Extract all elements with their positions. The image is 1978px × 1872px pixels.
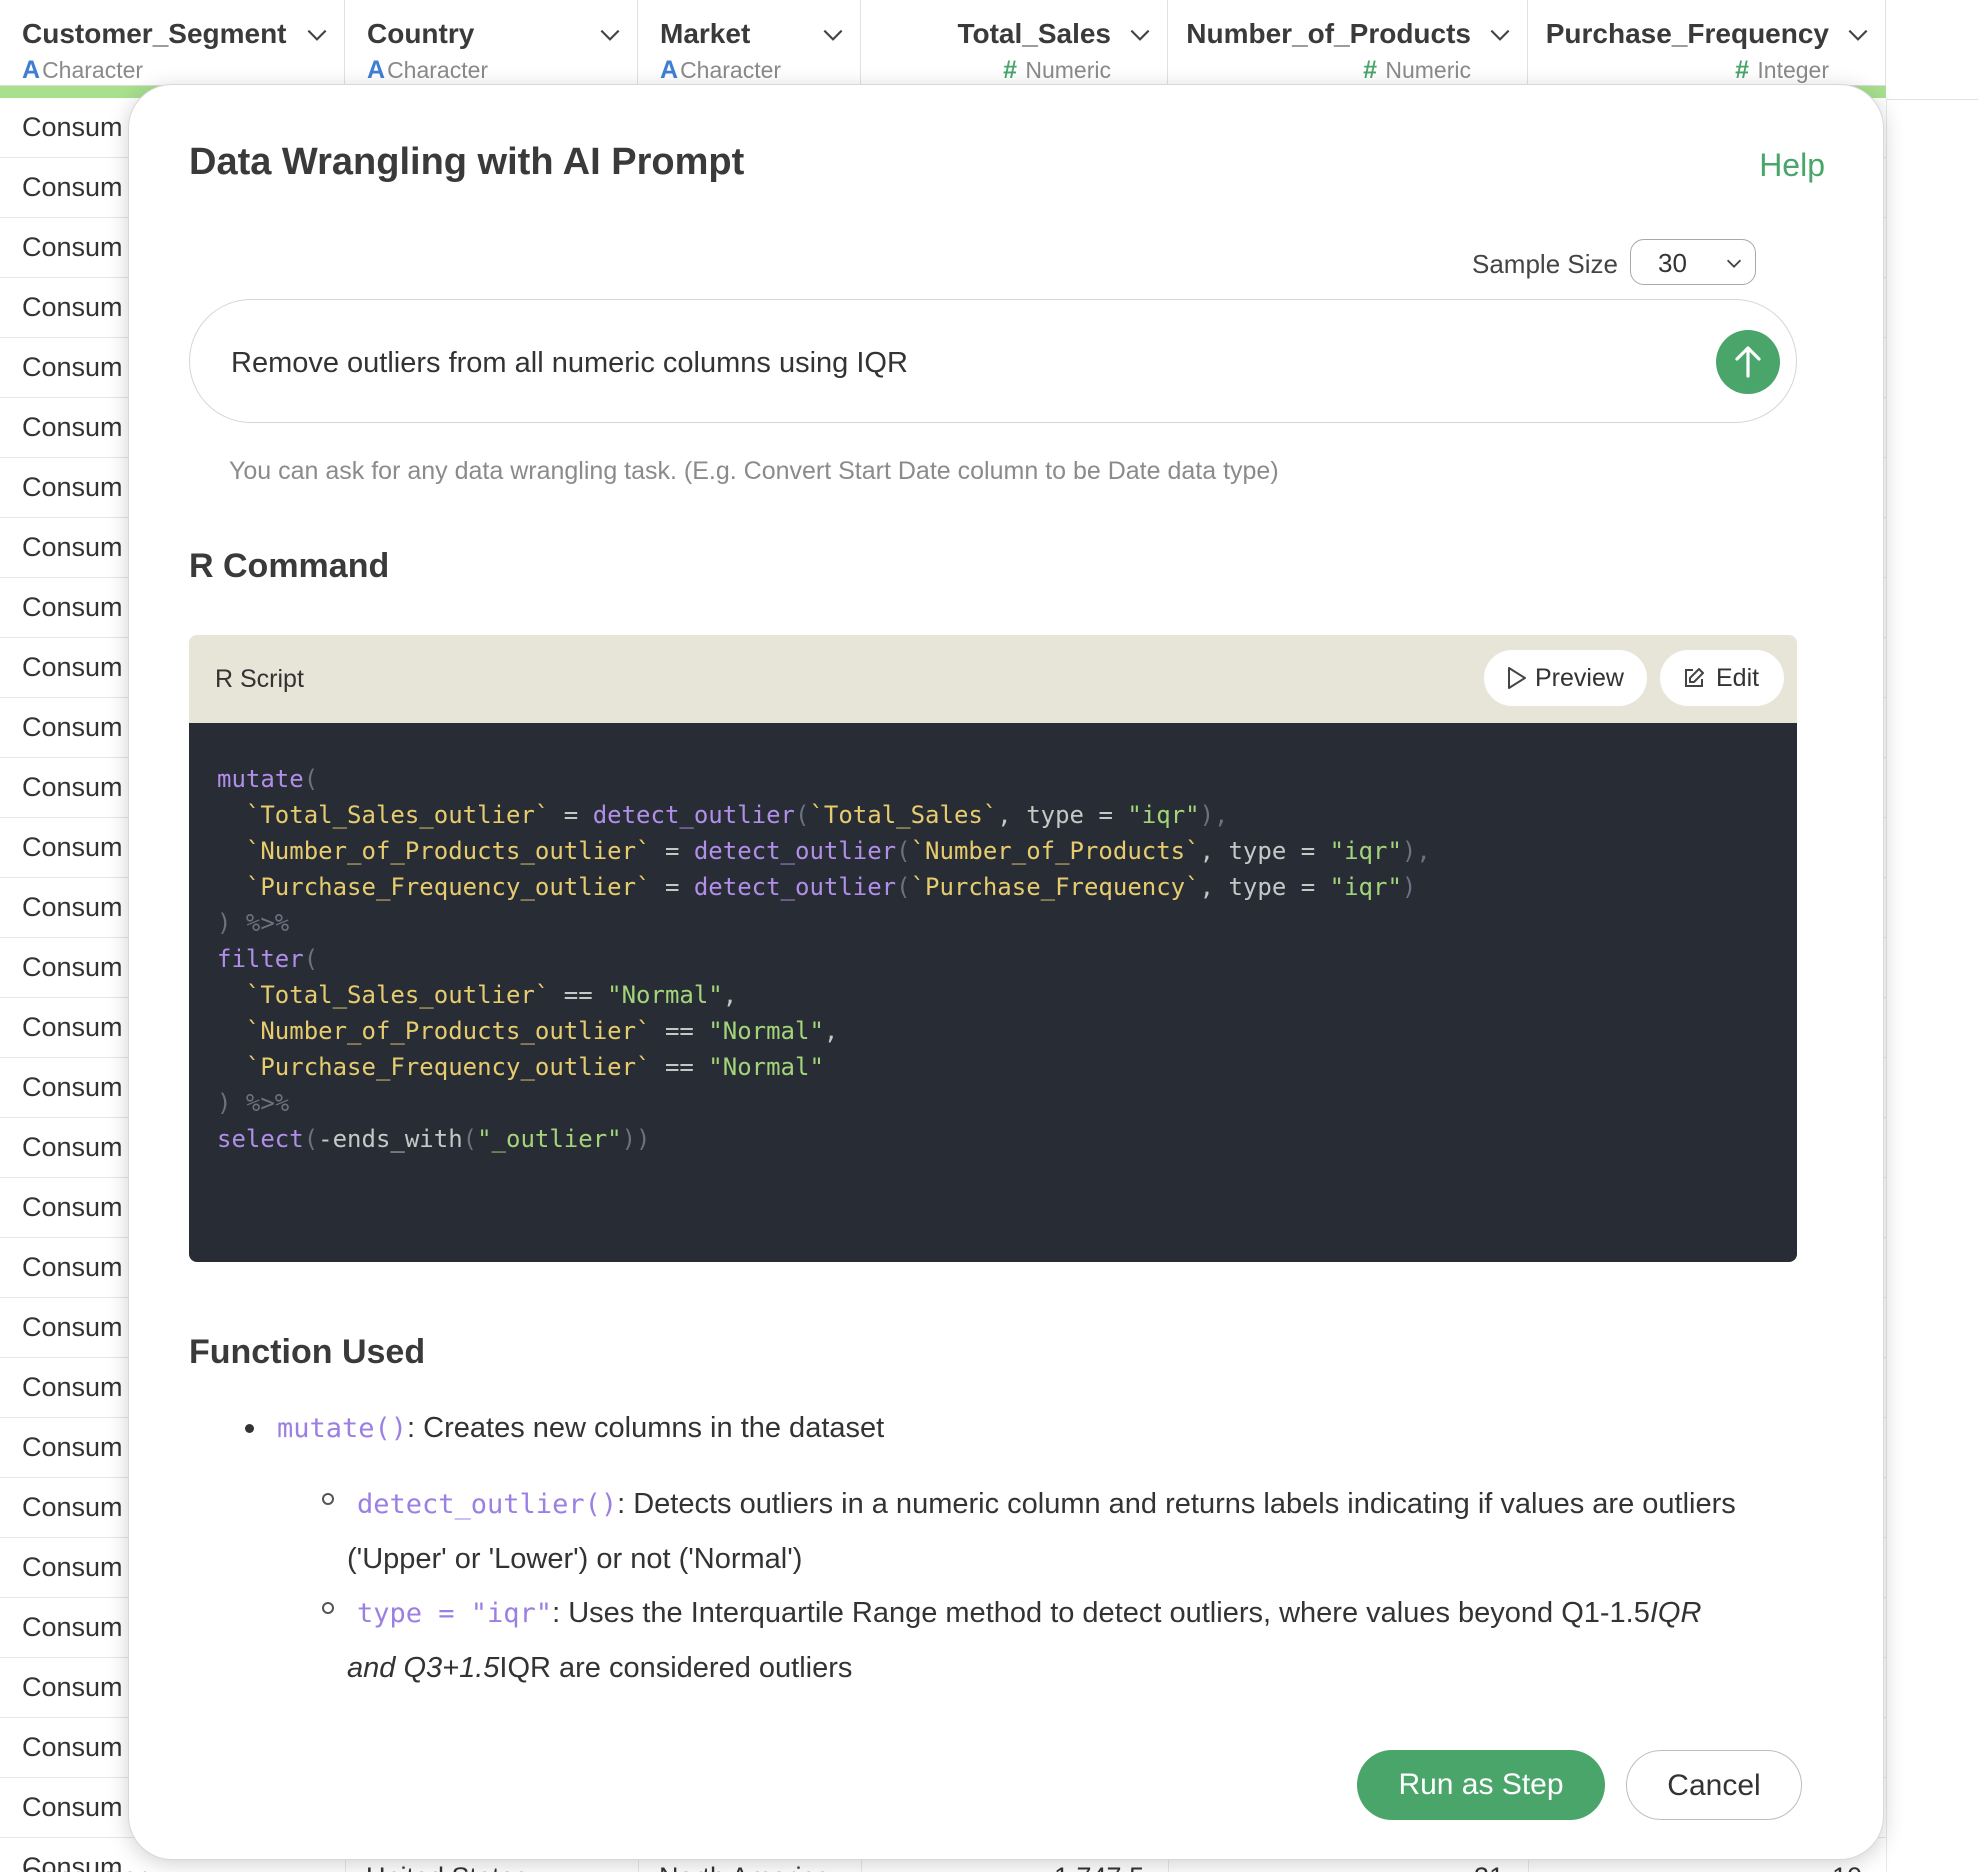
- cell-country: United States: [366, 1862, 528, 1872]
- r-script-panel: R Script Preview Edit mutate( `Total_Sal…: [189, 635, 1797, 1262]
- chevron-down-icon[interactable]: [597, 22, 623, 48]
- list-item: type = "iqr": Uses the Interquartile Ran…: [357, 1597, 1702, 1629]
- cell-segment: Consum: [22, 1192, 123, 1222]
- run-as-step-button[interactable]: Run as Step: [1357, 1750, 1605, 1820]
- bullet-dot: [245, 1424, 254, 1433]
- cell-segment: Consum: [22, 1312, 123, 1342]
- cell-segment: Consum: [22, 592, 123, 622]
- chevron-down-icon[interactable]: [304, 22, 330, 48]
- chevron-down-icon: [1726, 259, 1742, 268]
- column-name: Country: [367, 18, 475, 49]
- r-code: mutate( `Total_Sales_outlier` = detect_o…: [217, 765, 1431, 1153]
- preview-label: Preview: [1535, 664, 1624, 692]
- column-header-purchase-frequency[interactable]: Purchase_Frequency # Integer: [1528, 0, 1886, 86]
- empty-header-area: [1886, 0, 1978, 100]
- column-header-number-of-products[interactable]: Number_of_Products # Numeric: [1168, 0, 1528, 86]
- column-type: # Integer: [1735, 56, 1829, 84]
- cell-segment: Consum: [22, 1252, 123, 1282]
- bullet-circle: [322, 1602, 334, 1614]
- script-label: R Script: [215, 665, 304, 693]
- column-type: ACharacter: [367, 56, 489, 84]
- column-type: ACharacter: [660, 56, 782, 84]
- cell-segment: Consum: [22, 472, 123, 502]
- cell-segment: Consum: [22, 1012, 123, 1042]
- edit-label: Edit: [1716, 664, 1760, 692]
- r-command-title: R Command: [189, 547, 390, 585]
- cell-frequency: 10: [1832, 1862, 1862, 1872]
- cell-segment: Consum: [22, 1612, 123, 1642]
- code-editor[interactable]: mutate( `Total_Sales_outlier` = detect_o…: [189, 723, 1797, 1262]
- preview-button[interactable]: Preview: [1484, 650, 1647, 706]
- cell-segment: Consum: [22, 712, 123, 742]
- column-header-customer-segment[interactable]: Customer_Segment ACharacter: [0, 0, 345, 86]
- list-item-continuation: and Q3+1.5IQR are considered outliers: [347, 1652, 853, 1684]
- column-name: Market: [660, 18, 751, 49]
- prompt-input[interactable]: Remove outliers from all numeric columns…: [189, 299, 1797, 423]
- ai-prompt-dialog: Data Wrangling with AI Prompt Help Sampl…: [128, 84, 1884, 1860]
- column-header-total-sales[interactable]: Total_Sales # Numeric: [861, 0, 1168, 86]
- chevron-down-icon[interactable]: [1487, 22, 1513, 48]
- function-name: type = "iqr": [357, 1598, 553, 1629]
- cell-segment: Consum: [22, 352, 123, 382]
- cell-segment: Consum: [22, 652, 123, 682]
- cell-segment: Consum: [22, 532, 123, 562]
- cell-segment: Consum: [22, 232, 123, 262]
- function-name: detect_outlier(): [357, 1489, 618, 1520]
- cell-segment: Consum: [22, 292, 123, 322]
- script-toolbar: R Script Preview Edit: [189, 635, 1797, 723]
- column-type: # Numeric: [1363, 56, 1471, 84]
- edit-button[interactable]: Edit: [1660, 650, 1784, 706]
- column-type: # Numeric: [1003, 56, 1111, 84]
- cell-segment: Consum: [22, 172, 123, 202]
- column-header-country[interactable]: Country ACharacter: [345, 0, 638, 86]
- list-item: mutate(): Creates new columns in the dat…: [277, 1412, 885, 1444]
- cell-segment: Consum: [22, 1732, 123, 1762]
- prompt-hint: You can ask for any data wrangling task.…: [229, 457, 1279, 485]
- column-name: Total_Sales: [957, 18, 1111, 49]
- sample-size-select[interactable]: 30: [1630, 239, 1756, 285]
- cell-segment: Consum: [22, 112, 123, 142]
- cell-segment: Consum: [22, 832, 123, 862]
- chevron-down-icon[interactable]: [1127, 22, 1153, 48]
- prompt-text: Remove outliers from all numeric columns…: [231, 347, 908, 379]
- cell-segment: Consum: [22, 772, 123, 802]
- help-link[interactable]: Help: [1759, 147, 1825, 184]
- sample-size-label: Sample Size: [1472, 249, 1618, 279]
- cell-products: 31: [1474, 1862, 1504, 1872]
- cell-segment: Consum: [22, 1432, 123, 1462]
- cancel-button[interactable]: Cancel: [1626, 1750, 1802, 1820]
- send-button[interactable]: [1716, 330, 1780, 394]
- cell-segment: Consum: [22, 1792, 123, 1822]
- cell-segment: Consumer: [22, 1862, 147, 1872]
- function-used-title: Function Used: [189, 1333, 426, 1371]
- chevron-down-icon[interactable]: [820, 22, 846, 48]
- arrow-up-icon: [1735, 346, 1761, 378]
- cell-segment: Consum: [22, 1372, 123, 1402]
- column-header-market[interactable]: Market ACharacter: [638, 0, 861, 86]
- chevron-down-icon[interactable]: [1845, 22, 1871, 48]
- column-type: ACharacter: [22, 56, 144, 84]
- cell-total-sales: 1,747.5: [1054, 1862, 1144, 1872]
- edit-icon: [1685, 668, 1704, 687]
- cell-segment: Consum: [22, 952, 123, 982]
- sample-size-value: 30: [1658, 248, 1687, 278]
- play-icon: [1508, 667, 1526, 689]
- cell-market: North America: [659, 1862, 830, 1872]
- column-name: Purchase_Frequency: [1545, 18, 1829, 49]
- cell-segment: Consum: [22, 1672, 123, 1702]
- dialog-title: Data Wrangling with AI Prompt: [189, 141, 745, 183]
- cell-segment: Consum: [22, 1552, 123, 1582]
- cell-segment: Consum: [22, 1132, 123, 1162]
- column-name: Customer_Segment: [22, 18, 287, 49]
- function-name: mutate(): [277, 1413, 408, 1444]
- cell-segment: Consum: [22, 892, 123, 922]
- bullet-circle: [322, 1493, 334, 1505]
- cell-segment: Consum: [22, 412, 123, 442]
- column-divider: [1886, 98, 1887, 1872]
- list-item: detect_outlier(): Detects outliers in a …: [357, 1488, 1736, 1520]
- column-name: Number_of_Products: [1186, 18, 1471, 49]
- list-item-continuation: ('Upper' or 'Lower') or not ('Normal'): [347, 1543, 803, 1575]
- cell-segment: Consum: [22, 1492, 123, 1522]
- cell-segment: Consum: [22, 1072, 123, 1102]
